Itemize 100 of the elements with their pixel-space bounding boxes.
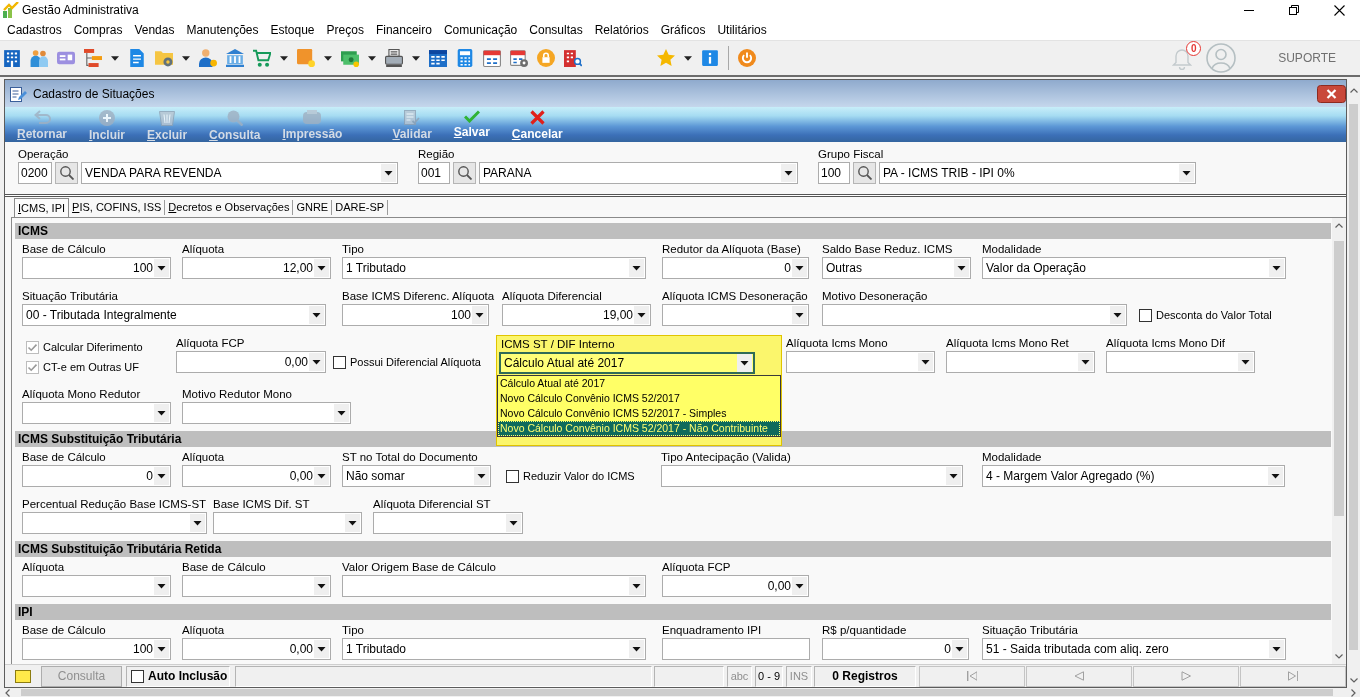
dropdown-field[interactable]: VENDA PARA REVENDA — [81, 162, 398, 184]
dropdown-field[interactable] — [22, 575, 171, 597]
dropdown-field[interactable]: 0,00 — [182, 465, 331, 487]
caret-icon[interactable] — [381, 164, 396, 182]
chevron-down-icon[interactable] — [1349, 678, 1358, 683]
scrollbar-thumb[interactable] — [1334, 241, 1344, 516]
bank-icon[interactable] — [226, 49, 244, 67]
menu-item[interactable]: Cadastros — [7, 23, 62, 37]
chevron-left-icon[interactable] — [4, 688, 10, 697]
dropdown-field[interactable]: 100 — [22, 638, 171, 660]
caret-icon[interactable] — [1110, 306, 1125, 324]
caret-icon[interactable] — [629, 577, 644, 595]
caret-icon[interactable] — [506, 514, 521, 532]
scrollbar[interactable] — [1332, 218, 1346, 664]
checkbox-label[interactable]: Possui Diferencial Alíquota — [350, 356, 481, 368]
caret-icon[interactable] — [918, 353, 933, 371]
caret-icon[interactable] — [1269, 259, 1284, 277]
search-button[interactable] — [453, 162, 476, 184]
dropdown-option[interactable]: Cálculo Atual até 2017 — [498, 376, 780, 391]
dropdown-field[interactable] — [946, 351, 1095, 373]
tab[interactable]: PIS, COFINS, ISS — [69, 200, 166, 215]
cancel-button[interactable]: Cancelar — [511, 107, 563, 141]
dropdown-field[interactable] — [22, 512, 207, 534]
menu-item[interactable]: Relatórios — [594, 23, 649, 37]
dropdown-field[interactable]: 1 Tributado — [342, 638, 646, 660]
checkbox[interactable] — [506, 469, 519, 483]
info-icon[interactable] — [701, 49, 719, 67]
caret-icon[interactable] — [324, 55, 332, 61]
caret-icon[interactable] — [946, 467, 961, 485]
dropdown-field[interactable] — [373, 512, 523, 534]
caret-icon[interactable] — [1078, 353, 1093, 371]
caret-icon[interactable] — [629, 259, 644, 277]
close-icon[interactable] — [1334, 4, 1345, 16]
dropdown-field[interactable]: 0,00 — [662, 575, 809, 597]
caret-icon[interactable] — [684, 55, 692, 61]
dropdown-field[interactable]: 0 — [822, 638, 969, 660]
menu-item[interactable]: Comunicação — [443, 23, 518, 37]
caret-icon[interactable] — [154, 577, 169, 595]
code-field[interactable]: 0200 — [18, 162, 52, 184]
dropdown-field[interactable] — [22, 402, 171, 424]
chevron-up-icon[interactable] — [1335, 223, 1343, 228]
checkbox[interactable] — [131, 669, 144, 683]
user-name[interactable]: SUPORTE — [1278, 51, 1336, 65]
caret-icon[interactable] — [629, 640, 644, 658]
input-field[interactable] — [662, 638, 810, 660]
caret-icon[interactable] — [792, 259, 807, 277]
caret-icon[interactable] — [314, 577, 329, 595]
tab[interactable]: GNRE — [293, 200, 333, 215]
star-icon[interactable] — [657, 49, 675, 67]
calendar-gear-icon[interactable] — [510, 49, 528, 67]
checkbox-label[interactable]: Desconta do Valor Total — [1156, 309, 1272, 321]
dropdown-field[interactable]: 100 — [22, 257, 171, 279]
dropdown-field[interactable] — [213, 512, 362, 534]
menu-item[interactable]: Compras — [73, 23, 123, 37]
caret-icon[interactable] — [314, 640, 329, 658]
checkbox-label[interactable]: Auto Inclusão — [148, 669, 228, 683]
caret-icon[interactable] — [280, 55, 288, 61]
dropdown-option[interactable]: Novo Cálculo Convênio ICMS 52/2017 - Simples — [498, 406, 780, 421]
dropdown-field[interactable]: 0,00 — [182, 638, 331, 660]
caret-icon[interactable] — [154, 640, 169, 658]
caret-icon[interactable] — [182, 55, 190, 61]
caret-icon[interactable] — [314, 259, 329, 277]
scrollbar-thumb[interactable] — [20, 689, 1333, 696]
dropdown-field[interactable] — [182, 575, 331, 597]
caret-icon[interactable] — [111, 55, 119, 61]
caret-icon[interactable] — [412, 55, 420, 61]
caret-icon[interactable] — [1269, 640, 1284, 658]
tab[interactable]: Decretos e Observações — [165, 200, 294, 215]
dropdown-field[interactable] — [786, 351, 935, 373]
caret-icon[interactable] — [1268, 467, 1283, 485]
menu-item[interactable]: Vendas — [134, 23, 175, 37]
dropdown-field[interactable]: 19,00 — [502, 304, 651, 326]
folder-gear-icon[interactable] — [155, 49, 173, 67]
scrollbar-thumb[interactable] — [1349, 103, 1358, 650]
cash-register-icon[interactable] — [385, 49, 403, 67]
caret-icon[interactable] — [309, 353, 324, 371]
dropdown-field[interactable] — [662, 304, 809, 326]
chevron-down-icon[interactable] — [1335, 654, 1343, 659]
dropdown-field[interactable] — [661, 465, 963, 487]
caret-icon[interactable] — [1179, 164, 1194, 182]
dropdown-field[interactable]: Outras — [822, 257, 971, 279]
tab[interactable]: DARE-SP — [332, 200, 389, 215]
dropdown-option[interactable]: Novo Cálculo Convênio ICMS 52/2017 - Não Contribuinte — [498, 421, 780, 436]
person-coin-icon[interactable] — [199, 49, 217, 67]
minimize-icon[interactable] — [1244, 9, 1254, 11]
caret-icon[interactable] — [472, 306, 487, 324]
dropdown-field[interactable]: Não somar — [342, 465, 491, 487]
chevron-up-icon[interactable] — [1349, 88, 1358, 93]
checkbox-label[interactable]: Reduzir Valor do ICMS — [523, 470, 635, 482]
save-button[interactable]: Salvar — [453, 107, 490, 139]
id-card-icon[interactable] — [57, 49, 75, 67]
calendar-icon[interactable] — [483, 49, 501, 67]
dropdown-field[interactable]: 51 - Saida tributada com aliq. zero — [982, 638, 1286, 660]
menu-item[interactable]: Estoque — [270, 23, 315, 37]
calendar-grid-icon[interactable] — [429, 49, 447, 67]
caret-icon[interactable] — [1238, 353, 1253, 371]
caret-icon[interactable] — [737, 354, 752, 372]
tab[interactable]: ICMS, IPI — [14, 198, 70, 217]
caret-icon[interactable] — [792, 577, 807, 595]
checkbox[interactable] — [1139, 308, 1152, 322]
